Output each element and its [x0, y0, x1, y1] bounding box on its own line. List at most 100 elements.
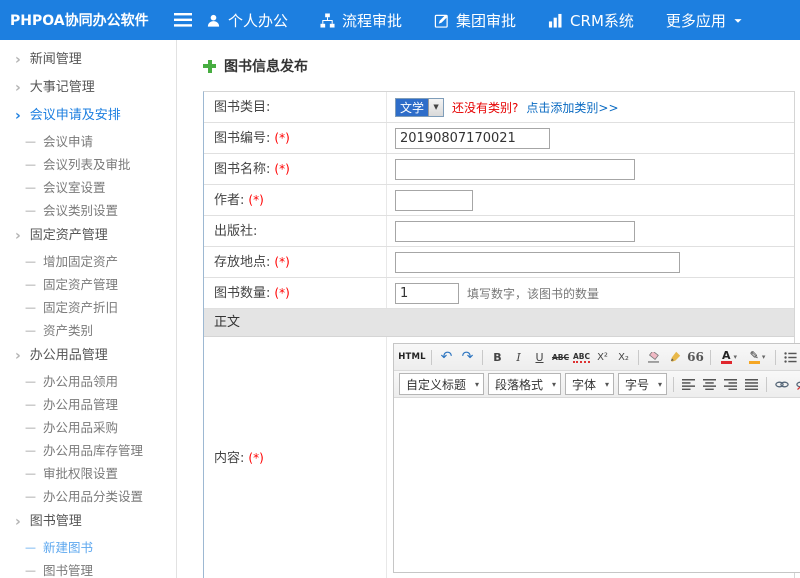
editor-toolbar-row1: HTML ↶ ↷ B I U ABC ABC X² X₂: [394, 344, 800, 371]
undo-button[interactable]: ↶: [437, 347, 456, 368]
sidebar-subitem-label: 会议类别设置: [43, 204, 118, 218]
sidebar-subitem-label: 固定资产管理: [43, 278, 118, 292]
sidebar-item-fixed-asset-manage[interactable]: —固定资产管理: [0, 273, 176, 296]
highlight-color-button[interactable]: ✎▾: [744, 347, 770, 368]
sidebar-item-approval-permission-settings[interactable]: —审批权限设置: [0, 462, 176, 485]
sidebar-item-supplies-purchase[interactable]: —办公用品采购: [0, 416, 176, 439]
spellcheck-button[interactable]: ABC: [572, 347, 591, 368]
sidebar-item-add-fixed-asset[interactable]: —增加固定资产: [0, 250, 176, 273]
remove-format-button[interactable]: [644, 347, 663, 368]
sidebar-item-news-management[interactable]: ›新闻管理: [0, 46, 176, 74]
dash-icon: —: [25, 421, 36, 435]
strikethrough-button[interactable]: ABC: [551, 347, 570, 368]
bold-button[interactable]: B: [488, 347, 507, 368]
location-input[interactable]: [395, 252, 680, 273]
nav-more-apps[interactable]: 更多应用: [666, 10, 743, 31]
sidebar-item-new-book[interactable]: —新建图书: [0, 536, 176, 559]
sidebar-item-meeting-management[interactable]: ›会议申请及安排: [0, 102, 176, 130]
quantity-input[interactable]: [395, 283, 459, 304]
sidebar-item-book-management[interactable]: ›图书管理: [0, 508, 176, 536]
align-right-icon: [724, 379, 737, 390]
font-family-select[interactable]: 字体: [565, 373, 614, 395]
book-no-input[interactable]: [395, 128, 550, 149]
menu-toggle-button[interactable]: [160, 0, 206, 40]
user-icon: [206, 13, 221, 28]
dash-icon: —: [25, 467, 36, 481]
nav-personal-office[interactable]: 个人办公: [206, 10, 288, 31]
blockquote-button[interactable]: 66: [686, 347, 705, 368]
field-cell-book-name: [386, 154, 794, 184]
sidebar-subitem-label: 新建图书: [43, 541, 93, 555]
unlink-icon: [796, 379, 800, 390]
dash-icon: —: [25, 398, 36, 412]
sidebar-item-supplies-manage[interactable]: —办公用品管理: [0, 393, 176, 416]
sidebar-item-fixed-asset-depreciation[interactable]: —固定资产折旧: [0, 296, 176, 319]
dash-icon: —: [25, 324, 36, 338]
book-name-input[interactable]: [395, 159, 635, 180]
chevron-right-icon: ›: [15, 230, 21, 242]
sidebar-item-supplies-inventory[interactable]: —办公用品库存管理: [0, 439, 176, 462]
sidebar-item-label: 大事记管理: [30, 81, 95, 95]
brush-icon: [669, 351, 681, 363]
align-left-button[interactable]: [679, 374, 698, 395]
field-label-category: 图书类目:: [204, 92, 386, 122]
sidebar-item-supplies-classification[interactable]: —办公用品分类设置: [0, 485, 176, 508]
sidebar-item-meeting-apply[interactable]: —会议申请: [0, 130, 176, 153]
custom-heading-select[interactable]: 自定义标题: [399, 373, 484, 395]
sidebar-item-office-supplies-management[interactable]: ›办公用品管理: [0, 342, 176, 370]
remove-link-button[interactable]: [793, 374, 800, 395]
bar-chart-icon: [548, 13, 563, 28]
category-select[interactable]: 文学 ▼: [395, 98, 444, 117]
subscript-button[interactable]: X₂: [614, 347, 633, 368]
font-color-button[interactable]: A▾: [716, 347, 742, 368]
sidebar-item-label: 会议申请及安排: [30, 109, 121, 123]
add-category-link[interactable]: 点击添加类别>>: [526, 99, 618, 116]
top-nav: 个人办公 流程审批 集团审批 CRM系统 更多应用: [206, 10, 775, 31]
toolbar-separator: [431, 350, 432, 365]
sidebar-item-fixed-assets-management[interactable]: ›固定资产管理: [0, 222, 176, 250]
label-text: 图书类目:: [214, 100, 270, 115]
unordered-list-button[interactable]: [781, 347, 800, 368]
sidebar-item-meeting-list-approval[interactable]: —会议列表及审批: [0, 153, 176, 176]
nav-crm-system[interactable]: CRM系统: [548, 10, 634, 31]
underline-button[interactable]: U: [530, 347, 549, 368]
topbar: PHPOA协同办公软件 个人办公 流程审批 集团审批 CRM系统 更多应用: [0, 0, 800, 40]
workflow-icon: [320, 13, 335, 28]
sidebar-item-meeting-category-settings[interactable]: —会议类别设置: [0, 199, 176, 222]
author-input[interactable]: [395, 190, 473, 211]
field-cell-publisher: [386, 216, 794, 246]
align-center-button[interactable]: [700, 374, 719, 395]
align-left-icon: [682, 379, 695, 390]
form-row-quantity: 图书数量:(*) 填写数字，该图书的数量: [204, 278, 794, 309]
nav-group-approval[interactable]: 集团审批: [434, 10, 516, 31]
align-justify-button[interactable]: [742, 374, 761, 395]
redo-button[interactable]: ↷: [458, 347, 477, 368]
italic-button[interactable]: I: [509, 347, 528, 368]
paint-format-button[interactable]: [665, 347, 684, 368]
sidebar-item-asset-category[interactable]: —资产类别: [0, 319, 176, 342]
label-text: 图书名称:: [214, 162, 270, 177]
toolbar-separator: [638, 350, 639, 365]
dash-icon: —: [25, 181, 36, 195]
source-code-button[interactable]: HTML: [398, 347, 426, 368]
nav-label: 集团审批: [456, 10, 516, 31]
label-text: 存放地点:: [214, 255, 270, 270]
paragraph-format-select[interactable]: 段落格式: [488, 373, 561, 395]
editor-content-area[interactable]: [394, 398, 800, 572]
dash-icon: —: [25, 301, 36, 315]
superscript-button[interactable]: X²: [593, 347, 612, 368]
body-section-header: 正文: [204, 309, 794, 337]
form-row-publisher: 出版社:: [204, 216, 794, 247]
nav-label: 个人办公: [228, 10, 288, 31]
rich-text-editor: HTML ↶ ↷ B I U ABC ABC X² X₂: [393, 343, 800, 573]
field-label-author: 作者:(*): [204, 185, 386, 215]
sidebar-item-memorabilia-management[interactable]: ›大事记管理: [0, 74, 176, 102]
sidebar-item-supplies-requisition[interactable]: —办公用品领用: [0, 370, 176, 393]
nav-workflow-approval[interactable]: 流程审批: [320, 10, 402, 31]
sidebar-item-meeting-room-settings[interactable]: —会议室设置: [0, 176, 176, 199]
insert-link-button[interactable]: [772, 374, 791, 395]
font-size-select[interactable]: 字号: [618, 373, 667, 395]
sidebar-item-book-manage[interactable]: —图书管理: [0, 559, 176, 578]
publisher-input[interactable]: [395, 221, 635, 242]
align-right-button[interactable]: [721, 374, 740, 395]
